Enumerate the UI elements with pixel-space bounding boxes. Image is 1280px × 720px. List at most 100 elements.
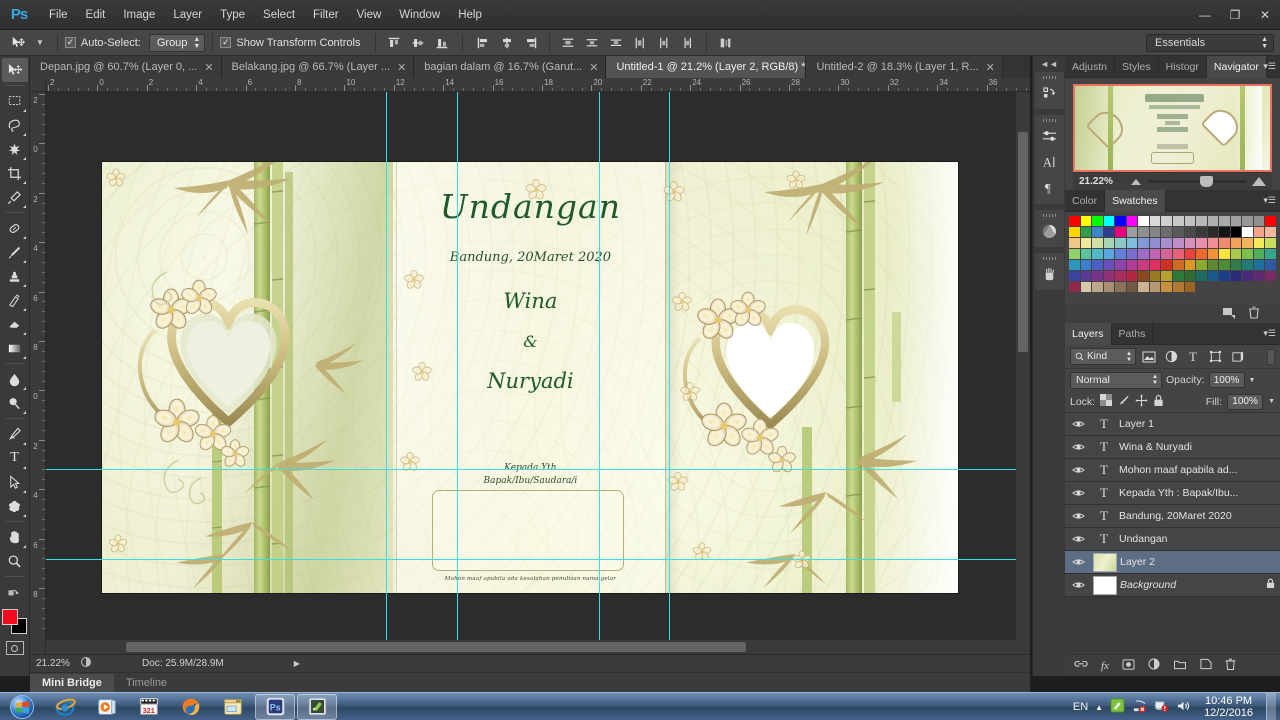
menu-help[interactable]: Help — [449, 5, 491, 25]
color-swatch[interactable] — [1207, 227, 1219, 237]
color-swatch[interactable] — [1196, 249, 1207, 259]
auto-select-scope-dropdown[interactable]: Group ▲ ▼ — [148, 33, 206, 52]
color-swatch[interactable] — [1092, 216, 1103, 226]
color-swatch[interactable] — [1138, 216, 1149, 226]
color-swatch[interactable] — [1149, 227, 1161, 237]
gradient-tool[interactable] — [2, 336, 28, 360]
fill-dropdown-icon[interactable]: ▼ — [1268, 398, 1275, 405]
layer-thumbnail[interactable] — [1093, 552, 1117, 572]
canvas-vertical-scrollbar[interactable] — [1016, 92, 1030, 654]
color-swatch[interactable] — [1172, 227, 1184, 237]
opacity-dropdown-icon[interactable]: ▼ — [1249, 377, 1256, 384]
pen-tool[interactable] — [2, 422, 28, 446]
color-swatch[interactable] — [1080, 249, 1092, 259]
color-swatch[interactable] — [1092, 249, 1103, 259]
custom-shape-tool[interactable] — [2, 494, 28, 518]
layer-row[interactable]: T Layer 1 — [1065, 413, 1280, 436]
status-expand-arrow-icon[interactable]: ▶ — [294, 659, 300, 668]
green-app-icon[interactable] — [1110, 698, 1125, 716]
color-swatch[interactable] — [1080, 282, 1092, 292]
color-swatch[interactable] — [1149, 216, 1161, 226]
panel-menu-icon[interactable]: ▾☰ — [1263, 61, 1276, 72]
document-tab-untitled-2[interactable]: Untitled-2 @ 18.3% (Layer 1, R... ✕ — [806, 56, 1003, 78]
layer-row[interactable]: T Bandung, 20Maret 2020 — [1065, 505, 1280, 528]
color-swatch[interactable] — [1080, 227, 1092, 237]
document-tab-belakang[interactable]: Belakang.jpg @ 66.7% (Layer ... ✕ — [221, 56, 415, 78]
color-swatch[interactable] — [1196, 227, 1207, 237]
restore-button[interactable]: ❐ — [1220, 0, 1250, 30]
color-swatch[interactable] — [1092, 227, 1103, 237]
color-swatch[interactable] — [1184, 282, 1196, 292]
status-preview-icon[interactable] — [80, 656, 92, 671]
align-horizontal-centers-icon[interactable] — [496, 33, 518, 53]
color-swatch[interactable] — [1207, 260, 1219, 270]
layer-visibility-icon[interactable] — [1067, 505, 1089, 528]
color-swatch[interactable] — [1126, 260, 1138, 270]
menu-image[interactable]: Image — [114, 5, 164, 25]
tab-mini-bridge[interactable]: Mini Bridge — [30, 673, 114, 692]
windows-media-player-icon[interactable] — [87, 694, 127, 720]
color-swatch[interactable] — [1207, 238, 1219, 248]
align-top-edges-icon[interactable] — [383, 33, 405, 53]
horizontal-ruler[interactable]: 2 0 2 4 6 8 10 12 14 16 18 20 22 24 26 28 30 32 34 36 — [46, 78, 1030, 92]
color-swatch[interactable] — [1184, 260, 1196, 270]
smartobject-filter-icon[interactable] — [1228, 348, 1246, 366]
color-swatch[interactable] — [1196, 260, 1207, 270]
brush-tool[interactable] — [2, 240, 28, 264]
history-icon[interactable] — [1035, 80, 1064, 106]
type-tool[interactable]: T — [2, 446, 28, 470]
clock[interactable]: 10:46 PM 12/2/2016 — [1198, 695, 1259, 719]
tab-navigator[interactable]: Navigator — [1206, 55, 1267, 78]
color-swatch[interactable] — [1230, 271, 1242, 281]
color-swatch[interactable] — [1253, 216, 1265, 226]
minimize-button[interactable]: — — [1190, 0, 1220, 30]
tab-layers[interactable]: Layers — [1065, 322, 1112, 345]
adjustments-icon[interactable] — [1035, 123, 1064, 149]
show-desktop-button[interactable] — [1266, 693, 1276, 720]
tool-preset-caret-icon[interactable]: ▼ — [30, 38, 50, 47]
color-swatch[interactable] — [1161, 216, 1172, 226]
color-swatch[interactable] — [1219, 260, 1230, 270]
color-swatch[interactable] — [1230, 216, 1242, 226]
photoshop-icon[interactable]: Ps — [255, 693, 295, 720]
screen-recorder-icon[interactable] — [297, 693, 337, 720]
color-swatch[interactable] — [1265, 238, 1276, 248]
color-swatch[interactable] — [1253, 238, 1265, 248]
new-layer-icon[interactable] — [1200, 658, 1212, 673]
color-swatch[interactable] — [1219, 216, 1230, 226]
ruler-corner[interactable] — [30, 78, 46, 92]
paragraph-icon[interactable]: ¶ — [1035, 175, 1064, 201]
color-swatch[interactable] — [1080, 260, 1092, 270]
document-tab-untitled-1[interactable]: Untitled-1 @ 21.2% (Layer 2, RGB/8) * ✕ — [606, 56, 822, 78]
color-swatch[interactable] — [1103, 216, 1115, 226]
rectangular-marquee-tool[interactable] — [2, 89, 28, 113]
color-swatch[interactable] — [1161, 282, 1172, 292]
vertical-ruler[interactable]: 2 0 2 4 6 8 0 2 4 6 8 — [30, 92, 46, 654]
document-canvas[interactable]: Undangan Bandung, 20Maret 2020 Wina & Nu… — [102, 162, 958, 593]
color-swatch[interactable] — [1126, 271, 1138, 281]
align-left-edges-icon[interactable] — [472, 33, 494, 53]
color-swatch[interactable] — [1172, 260, 1184, 270]
menu-filter[interactable]: Filter — [304, 5, 348, 25]
color-swatch[interactable] — [1069, 271, 1080, 281]
tab-styles[interactable]: Styles — [1115, 55, 1159, 78]
close-button[interactable]: ✕ — [1250, 0, 1280, 30]
guide-vertical-1[interactable] — [386, 92, 387, 654]
color-swatch[interactable] — [1184, 249, 1196, 259]
tab-color[interactable]: Color — [1065, 189, 1106, 212]
lasso-tool[interactable] — [2, 113, 28, 137]
navigator-thumbnail[interactable] — [1073, 84, 1272, 172]
color-swatch[interactable] — [1242, 238, 1253, 248]
media-player-classic-icon[interactable]: 321 — [129, 694, 169, 720]
eraser-tool[interactable] — [2, 312, 28, 336]
workspace-selector[interactable]: Essentials ▲ ▼ — [1146, 34, 1274, 52]
new-swatch-icon[interactable] — [1222, 306, 1236, 322]
type-filter-icon[interactable]: T — [1184, 348, 1202, 366]
network-icon[interactable] — [1132, 699, 1147, 716]
layers-list[interactable]: T Layer 1 T Wina & Nuryadi T Mohon maaf apabi… — [1065, 413, 1280, 597]
panel-menu-icon[interactable]: ▾☰ — [1263, 195, 1276, 206]
color-swatch[interactable] — [1126, 282, 1138, 292]
color-swatch[interactable] — [1172, 271, 1184, 281]
tab-paths[interactable]: Paths — [1112, 322, 1154, 345]
layer-visibility-icon[interactable] — [1067, 436, 1089, 459]
